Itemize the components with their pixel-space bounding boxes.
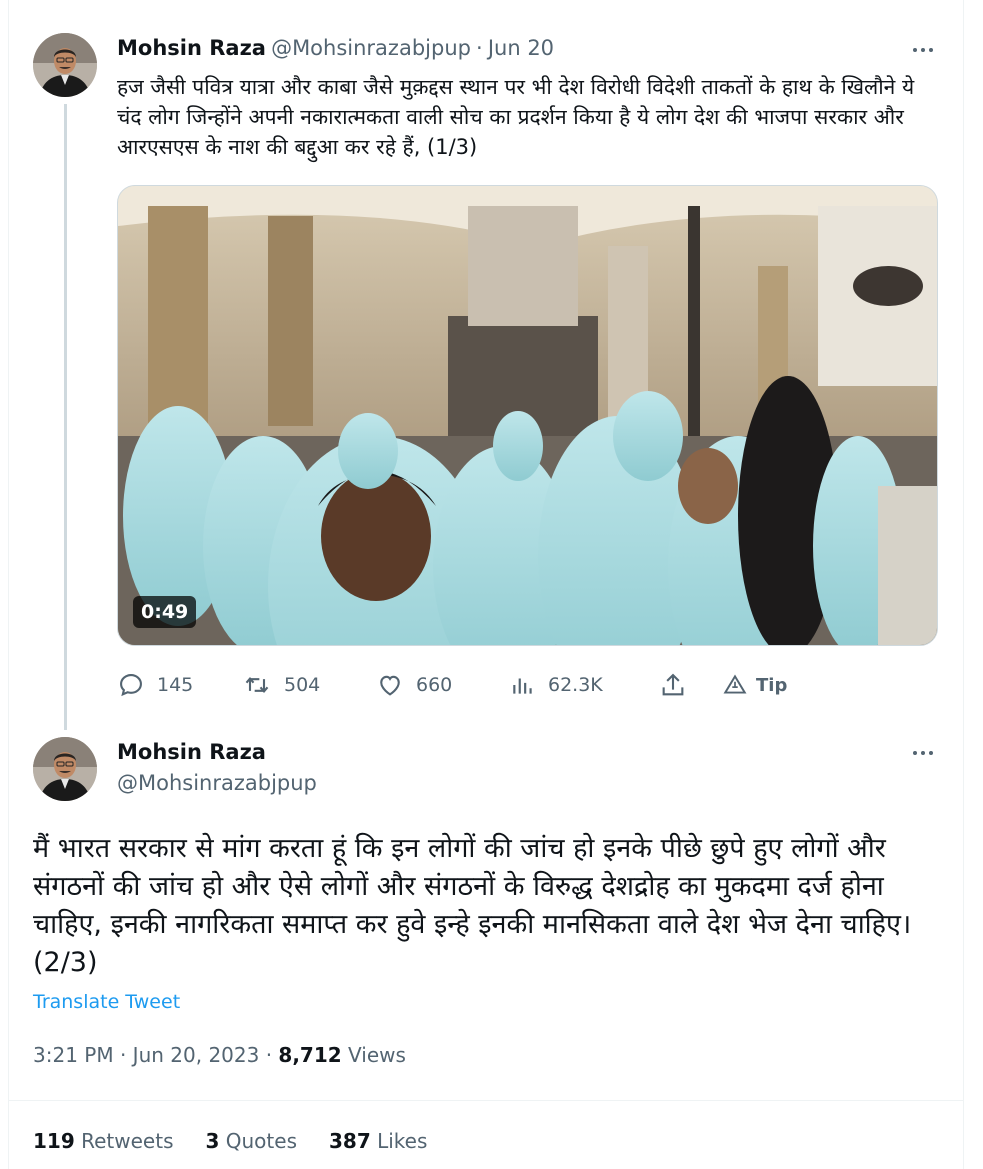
reply-count: 145: [157, 674, 194, 696]
tweet1-author-name[interactable]: Mohsin Raza: [117, 36, 266, 60]
video-player[interactable]: [117, 185, 938, 646]
tweet1-author-handle[interactable]: @Mohsinrazabjpup: [271, 36, 471, 60]
tweet1-date[interactable]: Jun 20: [488, 36, 554, 60]
views-button[interactable]: 62.3K: [510, 670, 603, 700]
tweet2-text: मैं भारत सरकार से मांग करता हूं कि इन लो…: [33, 833, 912, 978]
tweet2-stats: 119 Retweets 3 Quotes 387 Likes: [33, 1129, 427, 1153]
likes-count: 387: [329, 1129, 371, 1153]
tip-label: Tip: [756, 674, 788, 696]
video-duration-badge: 0:49: [133, 596, 197, 628]
tweet2-author-handle[interactable]: @Mohsinrazabjpup: [117, 771, 317, 795]
page-border-left: [8, 0, 9, 1169]
like-icon: [380, 675, 400, 696]
views-icon: [513, 678, 532, 694]
divider: [9, 1100, 963, 1101]
retweet-button[interactable]: 504: [242, 670, 320, 700]
more-icon[interactable]: [908, 743, 938, 763]
quotes-count: 3: [205, 1129, 220, 1153]
quotes-stat[interactable]: 3 Quotes: [205, 1129, 297, 1153]
more-icon[interactable]: [908, 40, 938, 60]
tweet2-meta: 3:21 PM · Jun 20, 2023 · 8,712 Views: [33, 1043, 406, 1067]
meta-separator: ·: [119, 1043, 127, 1067]
tweet1-separator: ·: [476, 36, 483, 60]
like-button[interactable]: 660: [376, 670, 452, 700]
quotes-label: Quotes: [225, 1129, 297, 1153]
retweet-count: 504: [284, 674, 321, 696]
retweets-stat[interactable]: 119 Retweets: [33, 1129, 173, 1153]
share-icon: [662, 673, 684, 696]
tweet2-author-name[interactable]: Mohsin Raza: [117, 740, 266, 764]
tweet2-views-count: 8,712: [278, 1043, 342, 1067]
avatar[interactable]: [33, 33, 97, 97]
reply-icon: [120, 674, 142, 697]
views-count: 62.3K: [548, 674, 603, 696]
translate-tweet-link[interactable]: Translate Tweet: [33, 991, 180, 1013]
thread-line: [64, 104, 67, 730]
likes-stat[interactable]: 387 Likes: [329, 1129, 427, 1153]
tweet1-header: Mohsin Raza @Mohsinrazabjpup · Jun 20: [117, 36, 554, 60]
avatar[interactable]: [33, 737, 97, 801]
tweet2-views-label: Views: [348, 1043, 406, 1067]
share-button[interactable]: [659, 670, 687, 700]
like-count: 660: [416, 674, 453, 696]
page-border-right: [963, 0, 964, 1169]
meta-separator: ·: [265, 1043, 273, 1067]
likes-label: Likes: [377, 1129, 428, 1153]
retweets-count: 119: [33, 1129, 75, 1153]
reply-button[interactable]: 145: [117, 670, 193, 700]
retweet-icon: [245, 676, 269, 694]
tweet2-time[interactable]: 3:21 PM: [33, 1043, 114, 1067]
tweet1-text: हज जैसी पवित्र यात्रा और काबा जैसे मुक़द…: [117, 75, 915, 159]
retweets-label: Retweets: [81, 1129, 174, 1153]
tip-icon: [723, 674, 747, 694]
tip-button[interactable]: Tip: [722, 670, 787, 700]
tweet2-date[interactable]: Jun 20, 2023: [133, 1043, 260, 1067]
video-thumbnail: [118, 186, 937, 645]
